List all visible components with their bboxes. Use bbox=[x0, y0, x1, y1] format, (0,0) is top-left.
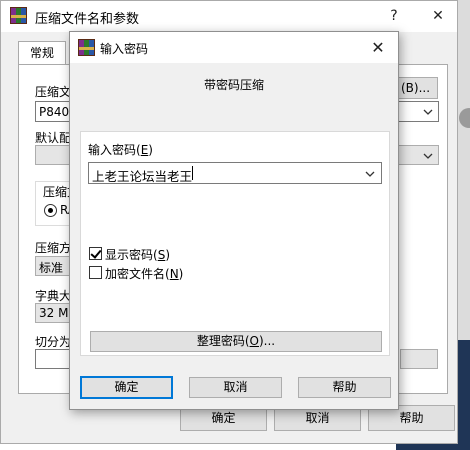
dictionary-size-label: 字典大 bbox=[35, 289, 72, 303]
encrypt-filenames-checkbox[interactable] bbox=[89, 266, 102, 279]
tab-general[interactable]: 常规 bbox=[18, 41, 66, 65]
radio-icon[interactable] bbox=[44, 204, 57, 217]
password-label-text: 输入密码( bbox=[88, 143, 141, 157]
organize-passwords-key: O bbox=[249, 334, 259, 348]
dialog-ok-button[interactable]: 确定 bbox=[80, 376, 173, 399]
encrypt-filenames-key: N bbox=[169, 267, 179, 281]
password-panel: 输入密码(E) 上老王论坛当老王 显示密码(S) 加密文件名(N) 整理密码(O… bbox=[80, 131, 390, 356]
dialog-cancel-button[interactable]: 取消 bbox=[189, 377, 282, 398]
dialog-heading: 带密码压缩 bbox=[203, 78, 264, 92]
encrypt-filenames-label: 加密文件名(N) bbox=[105, 265, 183, 282]
dialog-ok-label: 确定 bbox=[114, 380, 139, 394]
split-volumes-label: 切分为 bbox=[35, 335, 72, 349]
enter-password-dialog: 输入密码 ✕ 带密码压缩 输入密码(E) 上老王论坛当老王 显示密码(S) 加密… bbox=[69, 31, 399, 410]
parent-cancel-label: 取消 bbox=[305, 411, 330, 425]
compression-method-value: 标准 bbox=[39, 261, 64, 275]
parent-help-label: 帮助 bbox=[399, 411, 424, 425]
close-icon[interactable]: ✕ bbox=[358, 32, 398, 63]
organize-passwords-button[interactable]: 整理密码(O)... bbox=[90, 331, 382, 352]
winrar-app-icon bbox=[78, 39, 95, 56]
close-icon[interactable]: ✕ bbox=[415, 1, 461, 32]
compression-method-label: 压缩方 bbox=[35, 241, 72, 255]
show-password-end: ) bbox=[165, 248, 170, 262]
parent-ok-label: 确定 bbox=[211, 411, 236, 425]
title-bar: 压缩文件名和参数 ? ✕ bbox=[1, 1, 457, 32]
password-input[interactable]: 上老王论坛当老王 bbox=[88, 162, 382, 184]
window-title: 压缩文件名和参数 bbox=[35, 12, 140, 27]
dialog-title-bar: 输入密码 ✕ bbox=[70, 32, 398, 63]
password-value: 上老王论坛当老王 bbox=[92, 169, 193, 184]
show-password-text: 显示密码( bbox=[105, 248, 158, 262]
help-caption-button[interactable]: ? bbox=[371, 1, 417, 32]
dialog-title: 输入密码 bbox=[100, 42, 149, 56]
chevron-down-icon bbox=[423, 153, 433, 159]
dialog-cancel-label: 取消 bbox=[223, 380, 248, 394]
text-caret bbox=[192, 166, 193, 180]
browse-button-label: (B)... bbox=[401, 81, 431, 95]
archive-name-label: 压缩文 bbox=[35, 85, 72, 99]
password-label: 输入密码(E) bbox=[88, 141, 153, 158]
encrypt-filenames-end: ) bbox=[178, 267, 184, 281]
show-password-checkbox[interactable] bbox=[89, 247, 102, 260]
dialog-help-button[interactable]: 帮助 bbox=[298, 377, 391, 398]
winrar-app-icon bbox=[10, 7, 27, 24]
organize-passwords-end: )... bbox=[259, 334, 276, 348]
desktop-background-strip bbox=[458, 0, 470, 340]
profile-label: 默认配 bbox=[35, 131, 72, 145]
encrypt-filenames-text: 加密文件名( bbox=[105, 267, 170, 281]
password-label-end: ) bbox=[148, 143, 153, 157]
show-password-label: 显示密码(S) bbox=[105, 246, 170, 263]
organize-passwords-text: 整理密码( bbox=[196, 334, 250, 348]
browse-button[interactable]: (B)... bbox=[398, 77, 438, 99]
dialog-help-label: 帮助 bbox=[332, 380, 357, 394]
chevron-down-icon[interactable] bbox=[365, 169, 375, 179]
right-side-field[interactable] bbox=[400, 349, 438, 369]
chevron-down-icon bbox=[423, 109, 433, 115]
